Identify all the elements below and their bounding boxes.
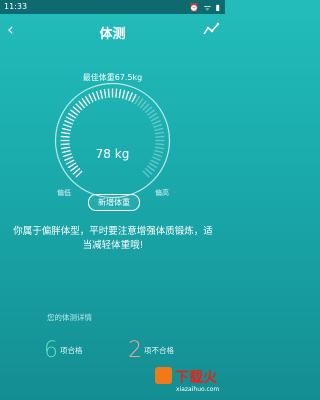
gauge-tick (146, 109, 155, 116)
gauge-tick (61, 131, 71, 135)
trend-chart-icon[interactable] (203, 22, 219, 36)
summary-title[interactable]: 您的体测详情 (47, 312, 92, 323)
gauge-tick (64, 119, 74, 125)
status-icons: ⏰ ᯤ ▮ (189, 3, 221, 12)
gauge-low-label: 偏低 (57, 189, 71, 197)
gauge-outer-ring (54, 82, 171, 199)
gauge-tick (107, 88, 110, 98)
pass-stat: 6 项合格 (44, 338, 83, 363)
gauge-tick (81, 98, 88, 107)
gauge-tick (148, 162, 158, 169)
gauge-ticks (60, 88, 165, 178)
weight-reading: 78 kg (95, 147, 130, 161)
watermark-text: 下载火 (175, 370, 217, 386)
gauge-tick (121, 89, 126, 99)
watermark-url: xiazaihuo.com (176, 386, 220, 393)
gauge-tick (148, 112, 158, 119)
watermark-logo: 下载火 xiazaihuo.com (155, 364, 223, 398)
weight-gauge (54, 82, 171, 199)
gauge-tick (128, 92, 134, 102)
status-time: 11:33 (4, 2, 28, 11)
gauge-high-label: 偏高 (155, 189, 169, 197)
fail-label: 项不合格 (144, 346, 174, 355)
gauge-tick (146, 165, 155, 172)
gauge-tick (88, 93, 94, 103)
gauge-tick (134, 95, 141, 105)
gauge-tick (99, 89, 104, 99)
gauge-tick (84, 95, 91, 105)
page-title: 体测 (99, 27, 126, 42)
gauge-tick (151, 119, 161, 125)
gauge-tick (70, 165, 79, 172)
gauge-tick (67, 112, 77, 119)
gauge-tick (155, 135, 165, 138)
gauge-tick (125, 90, 130, 100)
fail-stat: 2 项不合格 (128, 338, 174, 363)
gauge-tick (70, 109, 79, 116)
gauge-tick (154, 127, 164, 132)
gauge-tick (95, 90, 100, 100)
gauge-tick (60, 135, 70, 138)
gauge-tick (155, 143, 165, 146)
pass-count: 6 (44, 338, 58, 363)
advice-text: 你属于偏胖体型，平时要注意增强体质锻炼，适当减轻体重哦! (13, 226, 213, 251)
gauge-tick (67, 162, 77, 169)
gauge-tick (60, 143, 70, 146)
nav-bar: ‹ 体测 (0, 14, 225, 48)
pass-label: 项合格 (60, 346, 83, 355)
gauge-tick (154, 131, 164, 135)
gauge-tick (62, 123, 72, 128)
flame-icon (155, 367, 172, 384)
gauge-tick (131, 93, 137, 103)
add-weight-button[interactable]: 新增体重 (88, 194, 140, 211)
gauge-tick (65, 116, 75, 122)
gauge-tick (61, 127, 71, 132)
gauge-tick (153, 123, 163, 128)
status-bar: 11:33 ⏰ ᯤ ▮ (0, 0, 225, 14)
gauge-tick (91, 92, 97, 102)
gauge-tick (115, 88, 118, 98)
gauge-tick (137, 98, 144, 107)
fail-count: 2 (128, 338, 142, 363)
gauge-tick (150, 116, 160, 122)
gauge-tick (103, 89, 107, 99)
gauge-tick (118, 89, 122, 99)
